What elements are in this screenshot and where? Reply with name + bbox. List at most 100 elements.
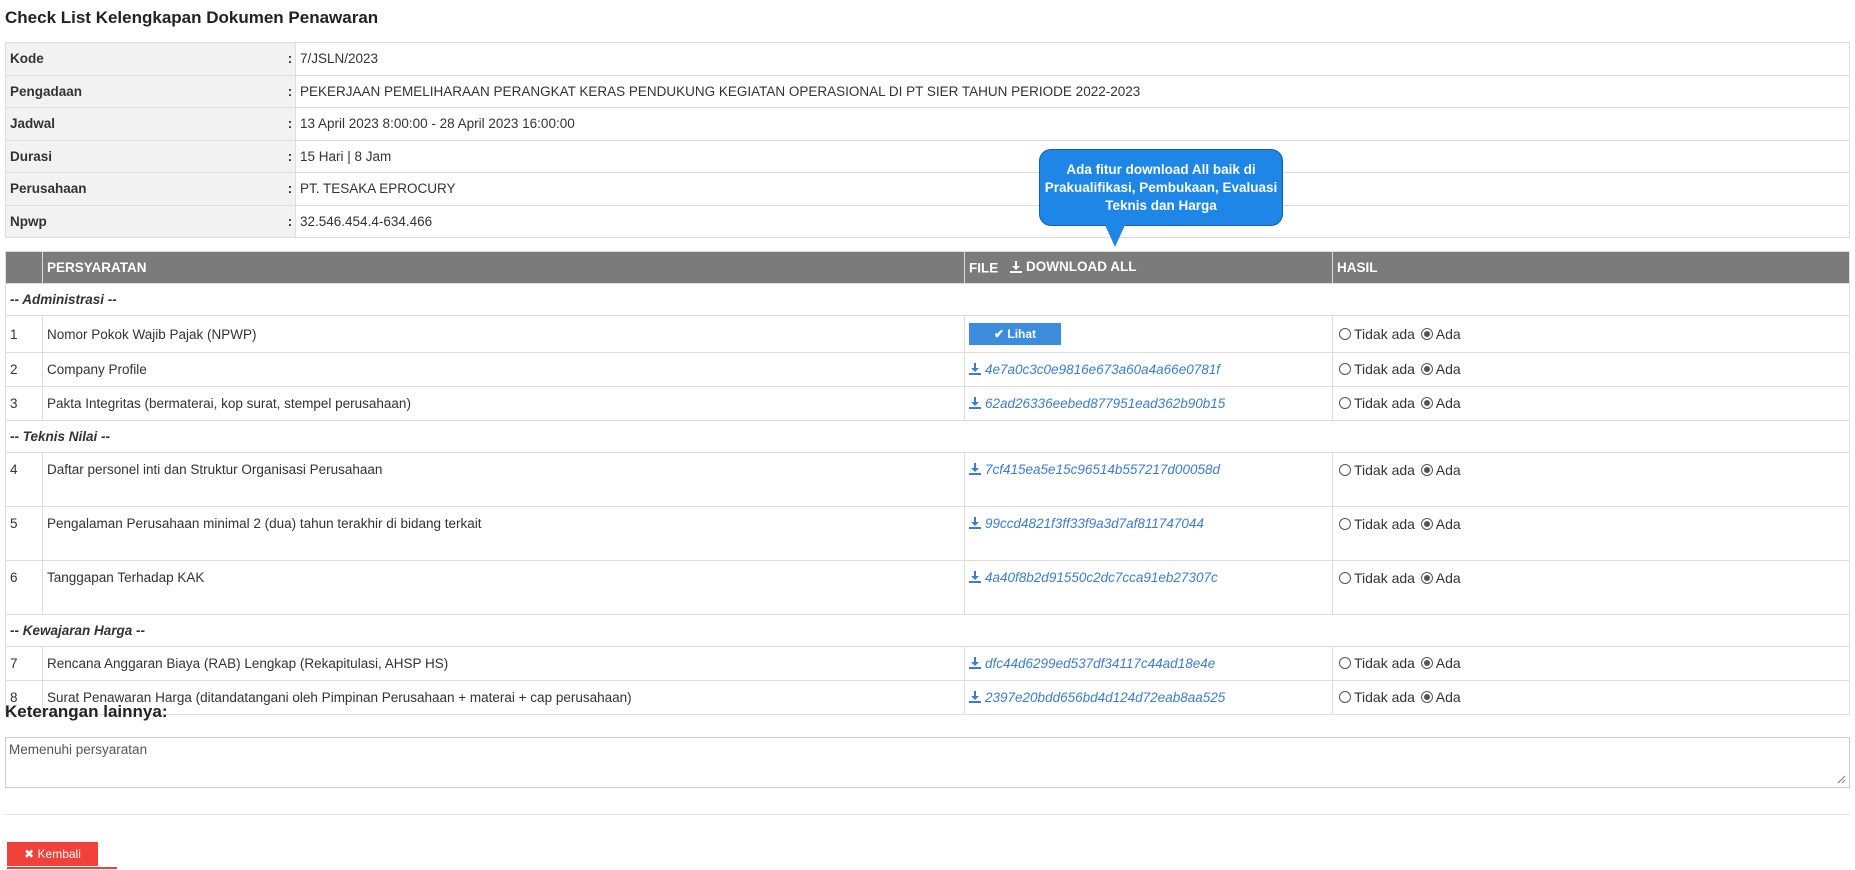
radio-button[interactable] (1339, 518, 1351, 530)
header-requirement: PERSYARATAN (42, 251, 965, 284)
radio-tidak-ada[interactable]: Tidak ada (1337, 689, 1415, 705)
radio-label: Tidak ada (1354, 395, 1415, 411)
radio-ada[interactable]: Ada (1419, 326, 1461, 342)
section-row: -- Teknis Nilai -- (5, 420, 1850, 453)
radio-ada[interactable]: Ada (1419, 689, 1461, 705)
info-row-pengadaan: Pengadaan : PEKERJAAN PEMELIHARAAN PERAN… (5, 74, 1850, 108)
radio-tidak-ada[interactable]: Tidak ada (1337, 395, 1415, 411)
row-result: Tidak ada Ada (1332, 506, 1850, 561)
info-value: 13 April 2023 8:00:00 - 28 April 2023 16… (295, 107, 1850, 141)
row-requirement: Nomor Pokok Wajib Pajak (NPWP) (42, 315, 965, 353)
info-separator: : (285, 204, 296, 238)
radio-tidak-ada[interactable]: Tidak ada (1337, 570, 1415, 586)
radio-label: Tidak ada (1354, 361, 1415, 377)
info-label: Npwp (5, 204, 285, 238)
radio-button[interactable] (1420, 572, 1433, 584)
radio-button[interactable] (1339, 657, 1351, 669)
file-hash: 2397e20bdd656bd4d124d72eab8aa525 (985, 690, 1226, 705)
download-all-link[interactable]: DOWNLOAD ALL (1010, 259, 1137, 275)
row-result: Tidak ada Ada (1332, 386, 1850, 421)
radio-label: Ada (1435, 395, 1461, 411)
row-requirement: Surat Penawaran Harga (ditandatangani ol… (42, 680, 965, 715)
row-file: 2397e20bdd656bd4d124d72eab8aa525 (964, 680, 1333, 715)
table-row: 6 Tanggapan Terhadap KAK 4a40f8b2d91550c… (5, 560, 1850, 615)
row-requirement: Pengalaman Perusahaan minimal 2 (dua) ta… (42, 506, 965, 561)
row-result: Tidak ada Ada (1332, 646, 1850, 681)
close-icon: ✖ (24, 847, 35, 861)
file-download-link[interactable]: 62ad26336eebed877951ead362b90b15 (969, 396, 1225, 411)
radio-button[interactable] (1339, 464, 1351, 476)
info-row-jadwal: Jadwal : 13 April 2023 8:00:00 - 28 Apri… (5, 107, 1850, 141)
radio-label: Tidak ada (1354, 325, 1415, 342)
radio-button[interactable] (1339, 691, 1351, 703)
radio-button[interactable] (1339, 363, 1351, 375)
file-hash: dfc44d6299ed537df34117c44ad18e4e (985, 656, 1216, 671)
file-download-link[interactable]: 2397e20bdd656bd4d124d72eab8aa525 (969, 690, 1225, 705)
lihat-label: Lihat (1007, 327, 1037, 341)
info-row-npwp: Npwp : 32.546.454.4-634.466 (5, 204, 1850, 238)
section-title: -- Administrasi -- (5, 283, 1850, 316)
table-row: 5 Pengalaman Perusahaan minimal 2 (dua) … (5, 506, 1850, 561)
row-number: 6 (5, 560, 43, 615)
radio-label: Tidak ada (1354, 689, 1415, 705)
row-requirement: Daftar personel inti dan Struktur Organi… (42, 452, 965, 507)
file-download-link[interactable]: 7cf415ea5e15c96514b557217d00058d (969, 462, 1220, 477)
info-label: Durasi (5, 139, 285, 173)
section-row: -- Administrasi -- (5, 283, 1850, 316)
info-value: 7/JSLN/2023 (295, 42, 1850, 76)
info-separator: : (285, 172, 296, 206)
radio-ada[interactable]: Ada (1419, 395, 1461, 411)
radio-tidak-ada[interactable]: Tidak ada (1337, 655, 1415, 671)
radio-button[interactable] (1420, 657, 1433, 669)
resize-grip-icon[interactable] (1836, 774, 1846, 784)
radio-button[interactable] (1420, 518, 1433, 530)
file-hash: 4e7a0c3c0e9816e673a60a4a66e0781f (985, 362, 1220, 377)
file-download-link[interactable]: 99ccd4821f3ff33f9a3d7af811747044 (969, 516, 1204, 531)
radio-button[interactable] (1420, 464, 1433, 476)
file-hash: 62ad26336eebed877951ead362b90b15 (985, 396, 1226, 411)
download-icon (1010, 260, 1023, 273)
tooltip-bubble: Ada fitur download All baik di Prakualif… (1039, 149, 1283, 226)
radio-label: Ada (1435, 325, 1461, 342)
download-all-label: DOWNLOAD ALL (1026, 259, 1137, 275)
notes-label: Keterangan lainnya: (5, 702, 168, 721)
notes-textarea[interactable]: Memenuhi persyaratan (5, 737, 1850, 788)
radio-tidak-ada[interactable]: Tidak ada (1337, 516, 1415, 532)
radio-button[interactable] (1339, 572, 1351, 584)
radio-ada[interactable]: Ada (1419, 570, 1461, 586)
info-separator: : (285, 107, 296, 141)
row-result: Tidak ada Ada (1332, 560, 1850, 615)
radio-tidak-ada[interactable]: Tidak ada (1337, 462, 1415, 478)
file-download-link[interactable]: 4e7a0c3c0e9816e673a60a4a66e0781f (969, 362, 1220, 377)
row-requirement: Company Profile (42, 352, 965, 387)
check-icon: ✔ (993, 327, 1005, 341)
back-label: Kembali (37, 847, 81, 861)
file-hash: 7cf415ea5e15c96514b557217d00058d (985, 462, 1220, 477)
row-file: dfc44d6299ed537df34117c44ad18e4e (964, 646, 1333, 681)
radio-ada[interactable]: Ada (1419, 655, 1461, 671)
radio-ada[interactable]: Ada (1419, 361, 1461, 377)
row-number: 5 (5, 506, 43, 561)
info-label: Jadwal (5, 107, 285, 141)
back-button[interactable]: ✖ Kembali (7, 842, 98, 866)
info-label: Perusahaan (5, 172, 285, 206)
file-download-link[interactable]: dfc44d6299ed537df34117c44ad18e4e (969, 656, 1215, 671)
radio-button[interactable] (1420, 397, 1433, 409)
radio-tidak-ada[interactable]: Tidak ada (1337, 326, 1415, 342)
file-download-link[interactable]: 4a40f8b2d91550c2dc7cca91eb27307c (969, 570, 1218, 585)
row-result: Tidak ada Ada (1332, 352, 1850, 387)
radio-tidak-ada[interactable]: Tidak ada (1337, 361, 1415, 377)
info-separator: : (285, 74, 296, 108)
radio-button[interactable] (1339, 397, 1351, 409)
lihat-button[interactable]: ✔ Lihat (969, 323, 1061, 345)
row-file: 4a40f8b2d91550c2dc7cca91eb27307c (964, 560, 1333, 615)
header-no (5, 251, 43, 284)
radio-ada[interactable]: Ada (1419, 462, 1461, 478)
table-row: 8 Surat Penawaran Harga (ditandatangani … (5, 680, 1850, 715)
radio-button[interactable] (1420, 327, 1433, 340)
radio-button[interactable] (1420, 691, 1433, 703)
radio-button[interactable] (1420, 363, 1433, 375)
radio-ada[interactable]: Ada (1419, 516, 1461, 532)
radio-button[interactable] (1339, 327, 1351, 340)
header-result: HASIL (1332, 251, 1850, 284)
